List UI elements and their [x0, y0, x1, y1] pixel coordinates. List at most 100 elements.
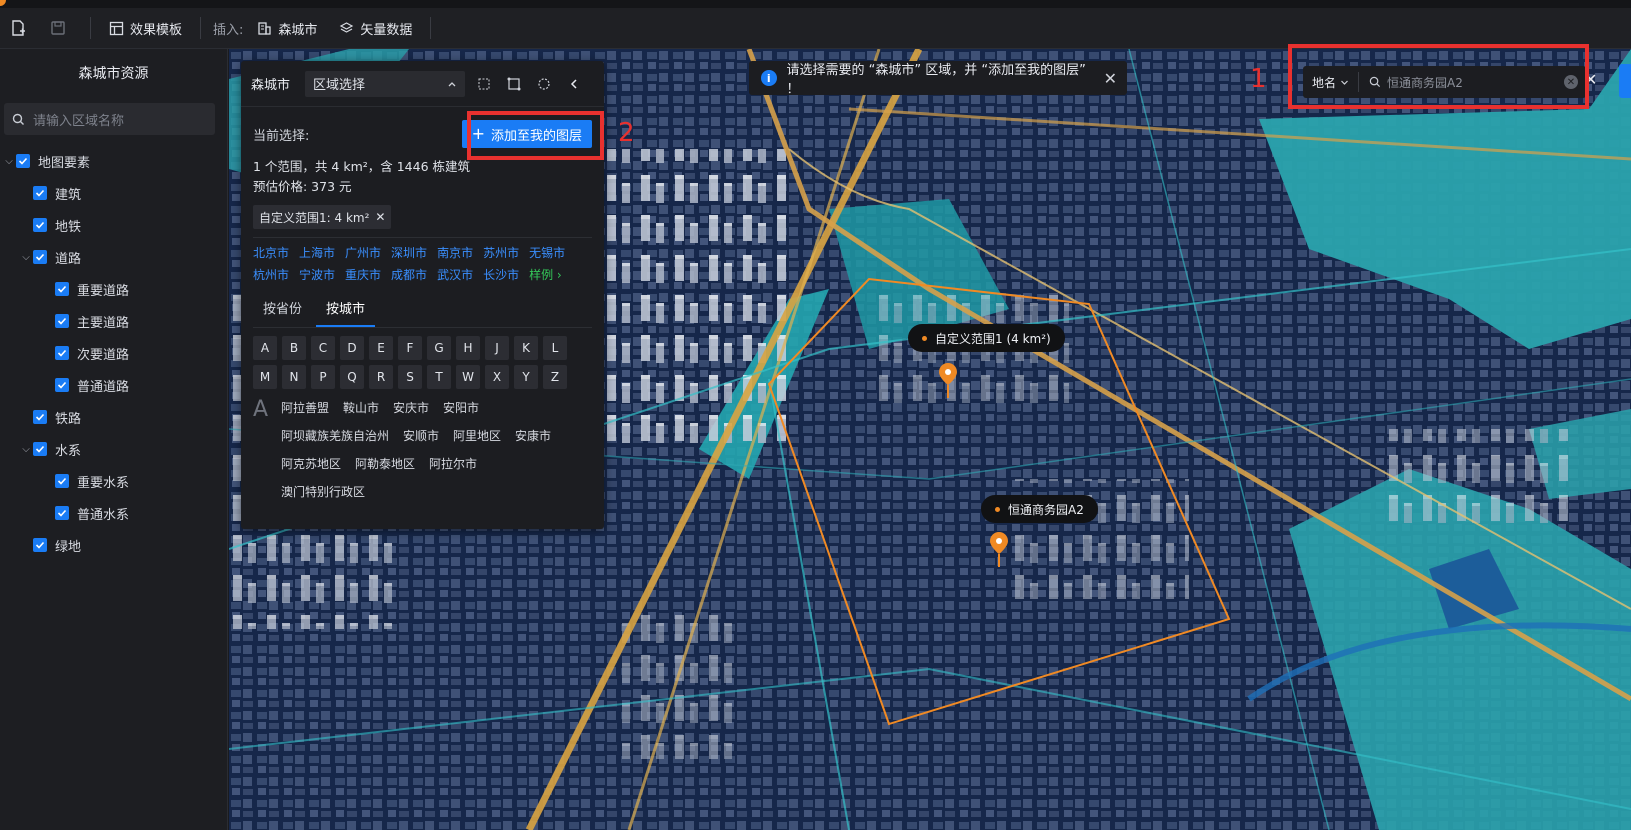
letter-button[interactable]: X: [485, 365, 509, 389]
poi-pin-icon[interactable]: [987, 530, 1011, 568]
letter-button[interactable]: W: [456, 365, 480, 389]
city-list-item[interactable]: 鞍山市: [343, 399, 379, 417]
tree-item[interactable]: 绿地: [0, 529, 227, 561]
tree-item-label: 普通道路: [77, 379, 130, 395]
letter-button[interactable]: C: [311, 336, 335, 360]
tree-item[interactable]: ⌵ 地图要素: [0, 145, 227, 177]
city-list-item[interactable]: 阿里地区: [453, 427, 501, 445]
save-icon[interactable]: [46, 16, 70, 40]
letter-button[interactable]: J: [485, 336, 509, 360]
poi-callout[interactable]: 恒通商务园A2: [981, 495, 1098, 523]
checkbox[interactable]: [55, 346, 69, 360]
checkbox[interactable]: [55, 314, 69, 328]
letter-button[interactable]: B: [282, 336, 306, 360]
polygon-select-icon[interactable]: [503, 73, 525, 95]
tree-item[interactable]: 地铁: [0, 209, 227, 241]
letter-button[interactable]: K: [514, 336, 538, 360]
hot-city-link[interactable]: 无锡市: [529, 244, 565, 262]
tab-by-city[interactable]: 按城市: [316, 294, 376, 327]
checkbox[interactable]: [33, 218, 47, 232]
checkbox[interactable]: [55, 506, 69, 520]
checkbox[interactable]: [16, 154, 30, 168]
sample-link[interactable]: 样例 ›: [529, 266, 562, 284]
range-pin-icon[interactable]: [936, 361, 960, 399]
tab-by-province[interactable]: 按省份: [253, 294, 312, 327]
checkbox[interactable]: [33, 442, 47, 456]
letter-button[interactable]: D: [340, 336, 364, 360]
letter-button[interactable]: R: [369, 365, 393, 389]
checkbox[interactable]: [33, 186, 47, 200]
tree-item[interactable]: 普通道路: [0, 369, 227, 401]
letter-button[interactable]: M: [253, 365, 277, 389]
city-list-item[interactable]: 安康市: [515, 427, 551, 445]
city-list-item[interactable]: 阿坝藏族羌族自治州: [281, 427, 389, 445]
city-list-item[interactable]: 安阳市: [443, 399, 479, 417]
letter-button[interactable]: G: [427, 336, 451, 360]
tree-item[interactable]: 普通水系: [0, 497, 227, 529]
chevron-down-icon[interactable]: ⌵: [19, 444, 33, 455]
annotation-box-2: [467, 111, 604, 160]
letter-button[interactable]: F: [398, 336, 422, 360]
city-list-item[interactable]: 安庆市: [393, 399, 429, 417]
hot-city-link[interactable]: 杭州市: [253, 266, 289, 284]
letter-button[interactable]: Q: [340, 365, 364, 389]
hot-city-link[interactable]: 上海市: [299, 244, 335, 262]
letter-button[interactable]: A: [253, 336, 277, 360]
checkbox[interactable]: [55, 282, 69, 296]
hot-city-link[interactable]: 成都市: [391, 266, 427, 284]
letter-button[interactable]: L: [543, 336, 567, 360]
letter-button[interactable]: S: [398, 365, 422, 389]
side-action-button[interactable]: [1619, 64, 1631, 98]
city-list-item[interactable]: 安顺市: [403, 427, 439, 445]
rect-select-icon[interactable]: [473, 73, 495, 95]
hot-city-link[interactable]: 长沙市: [483, 266, 519, 284]
insert-vector-button[interactable]: 矢量数据: [333, 19, 418, 38]
region-select-dropdown[interactable]: 区域选择: [305, 70, 465, 97]
checkbox[interactable]: [33, 538, 47, 552]
hot-city-link[interactable]: 南京市: [437, 244, 473, 262]
range-tag[interactable]: 自定义范围1: 4 km² ✕: [253, 205, 392, 229]
circle-select-icon[interactable]: [533, 73, 555, 95]
hot-city-link[interactable]: 广州市: [345, 244, 381, 262]
chevron-down-icon[interactable]: ⌵: [2, 156, 16, 167]
letter-button[interactable]: T: [427, 365, 451, 389]
hot-city-link[interactable]: 武汉市: [437, 266, 473, 284]
city-list-item[interactable]: 阿拉善盟: [281, 399, 329, 417]
letter-button[interactable]: E: [369, 336, 393, 360]
hot-city-link[interactable]: 重庆市: [345, 266, 381, 284]
city-list-item[interactable]: 阿拉尔市: [429, 455, 477, 473]
tree-item[interactable]: 重要道路: [0, 273, 227, 305]
tree-item[interactable]: 铁路: [0, 401, 227, 433]
tree-item[interactable]: 重要水系: [0, 465, 227, 497]
letter-button[interactable]: N: [282, 365, 306, 389]
close-icon[interactable]: ✕: [375, 210, 385, 224]
collapse-panel-icon[interactable]: [563, 73, 585, 95]
city-list-item[interactable]: 澳门特别行政区: [281, 483, 365, 501]
tree-item[interactable]: 主要道路: [0, 305, 227, 337]
effect-template-button[interactable]: 效果模板: [103, 19, 188, 38]
checkbox[interactable]: [33, 410, 47, 424]
tree-item[interactable]: ⌵ 道路: [0, 241, 227, 273]
region-search-input[interactable]: 请输入区域名称: [4, 103, 215, 135]
letter-button[interactable]: H: [456, 336, 480, 360]
tree-item[interactable]: 建筑: [0, 177, 227, 209]
checkbox[interactable]: [33, 250, 47, 264]
insert-city-button[interactable]: 森城市: [251, 19, 323, 38]
hot-city-link[interactable]: 北京市: [253, 244, 289, 262]
close-icon[interactable]: ✕: [1104, 69, 1117, 88]
range-callout[interactable]: 自定义范围1 (4 km²): [908, 324, 1065, 352]
letter-button[interactable]: Y: [514, 365, 538, 389]
letter-button[interactable]: P: [311, 365, 335, 389]
hot-city-link[interactable]: 苏州市: [483, 244, 519, 262]
tree-item[interactable]: 次要道路: [0, 337, 227, 369]
new-file-icon[interactable]: [6, 16, 30, 40]
checkbox[interactable]: [55, 378, 69, 392]
hot-city-link[interactable]: 宁波市: [299, 266, 335, 284]
city-list-item[interactable]: 阿勒泰地区: [355, 455, 415, 473]
city-list-item[interactable]: 阿克苏地区: [281, 455, 341, 473]
checkbox[interactable]: [55, 474, 69, 488]
tree-item[interactable]: ⌵ 水系: [0, 433, 227, 465]
hot-city-link[interactable]: 深圳市: [391, 244, 427, 262]
letter-button[interactable]: Z: [543, 365, 567, 389]
chevron-down-icon[interactable]: ⌵: [19, 252, 33, 263]
